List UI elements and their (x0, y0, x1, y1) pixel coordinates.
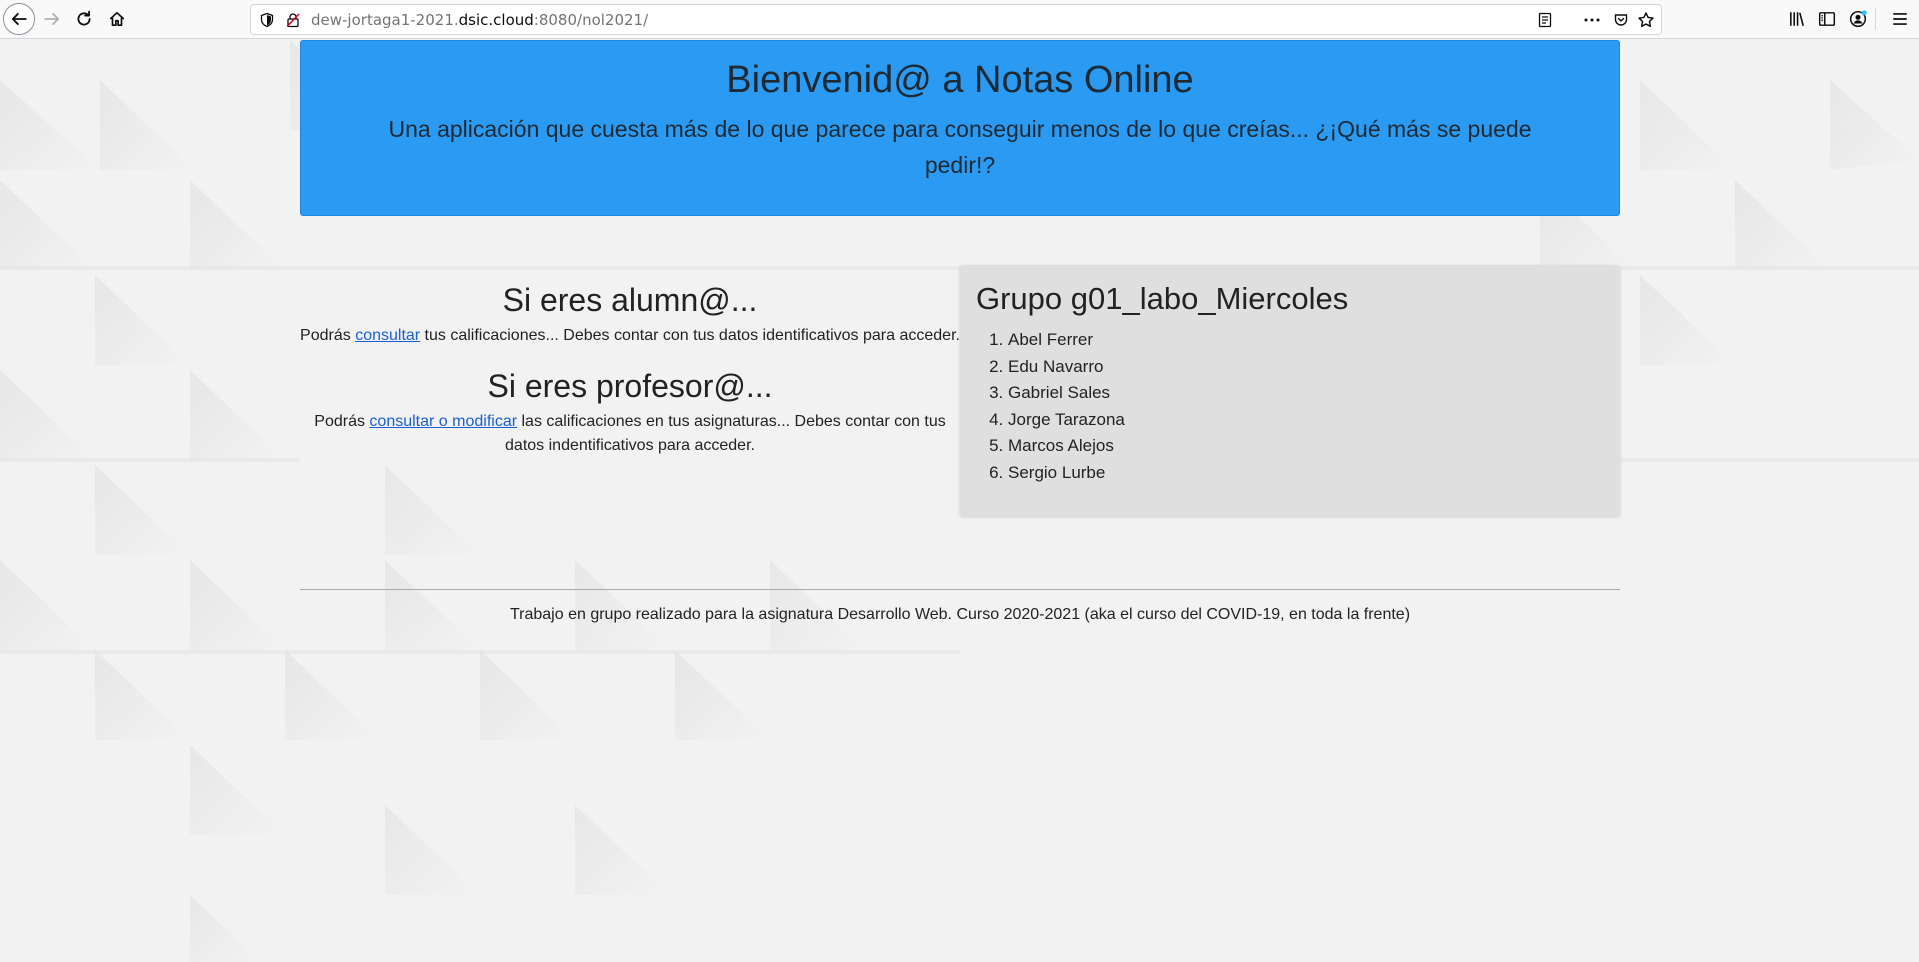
teacher-text-after: las calificaciones en tus asignaturas...… (505, 413, 946, 454)
library-button[interactable] (1788, 10, 1806, 33)
list-item: Marcos Alejos (1008, 433, 1604, 460)
page-actions-icon[interactable] (1583, 12, 1601, 28)
footer-text: Trabajo en grupo realizado para la asign… (509, 606, 1411, 623)
sidebar-button[interactable] (1818, 10, 1836, 33)
student-text-after: tus calificaciones... Debes contar con t… (420, 327, 960, 344)
url-host: dsic.cloud (458, 11, 534, 29)
hamburger-menu-icon (1893, 13, 1907, 25)
toolbar-separator (1875, 8, 1876, 30)
library-icon (1790, 12, 1804, 26)
page-title: Bienvenid@ a Notas Online (726, 59, 1194, 101)
footer-divider (300, 589, 1620, 590)
insecure-lock-icon[interactable] (285, 12, 301, 28)
hero-banner: Bienvenid@ a Notas Online Una aplicación… (300, 40, 1620, 216)
group-panel: Grupo g01_labo_Miercoles Abel Ferrer Edu… (960, 265, 1620, 516)
access-info: Si eres alumn@... Podrás consultar tus c… (300, 280, 960, 458)
student-description: Podrás consultar tus calificaciones... D… (300, 324, 960, 348)
teacher-section: Si eres profesor@... Podrás consultar o … (300, 366, 960, 458)
reload-icon (77, 10, 91, 26)
forward-button[interactable] (36, 3, 68, 35)
student-heading: Si eres alumn@... (502, 282, 758, 318)
page-subtitle: Una aplicación que cuesta más de lo que … (388, 116, 1532, 178)
list-item: Jorge Tarazona (1008, 407, 1604, 434)
home-button[interactable] (101, 3, 133, 35)
reload-button[interactable] (68, 3, 100, 35)
bookmark-star-icon[interactable] (1637, 11, 1655, 29)
teacher-consult-link[interactable]: consultar o modificar (369, 413, 517, 430)
student-section: Si eres alumn@... Podrás consultar tus c… (300, 280, 960, 348)
home-icon (109, 11, 125, 27)
reader-view-icon[interactable] (1537, 12, 1553, 28)
list-item: Gabriel Sales (1008, 380, 1604, 407)
arrow-right-icon (44, 13, 60, 25)
list-item: Sergio Lurbe (1008, 460, 1604, 487)
url-prefix: dew-jortaga1-2021. (311, 11, 459, 29)
account-button[interactable] (1849, 10, 1867, 33)
group-members-list: Abel Ferrer Edu Navarro Gabriel Sales Jo… (976, 327, 1604, 486)
teacher-heading: Si eres profesor@... (487, 368, 773, 404)
list-item: Edu Navarro (1008, 354, 1604, 381)
student-text-before: Podrás (300, 327, 356, 344)
pocket-icon[interactable] (1613, 12, 1629, 28)
group-title: Grupo g01_labo_Miercoles (976, 281, 1349, 316)
student-consult-link[interactable]: consultar (355, 327, 420, 344)
app-menu-button[interactable] (1891, 10, 1909, 33)
list-item: Abel Ferrer (1008, 327, 1604, 354)
back-button[interactable] (3, 3, 35, 35)
teacher-text-before: Podrás (314, 413, 370, 430)
url-bar[interactable]: dew-jortaga1-2021.dsic.cloud:8080/nol202… (250, 4, 1662, 35)
teacher-description: Podrás consultar o modificar las calific… (300, 410, 960, 458)
url-suffix: :8080/nol2021/ (533, 11, 649, 29)
account-icon (1849, 10, 1867, 28)
page-content: Bienvenid@ a Notas Online Una aplicación… (0, 40, 1919, 962)
url-text[interactable]: dew-jortaga1-2021.dsic.cloud:8080/nol202… (311, 11, 648, 29)
sidebar-icon (1818, 12, 1836, 26)
arrow-left-icon (11, 13, 27, 25)
browser-toolbar: dew-jortaga1-2021.dsic.cloud:8080/nol202… (0, 0, 1919, 39)
shield-icon[interactable] (259, 12, 275, 28)
